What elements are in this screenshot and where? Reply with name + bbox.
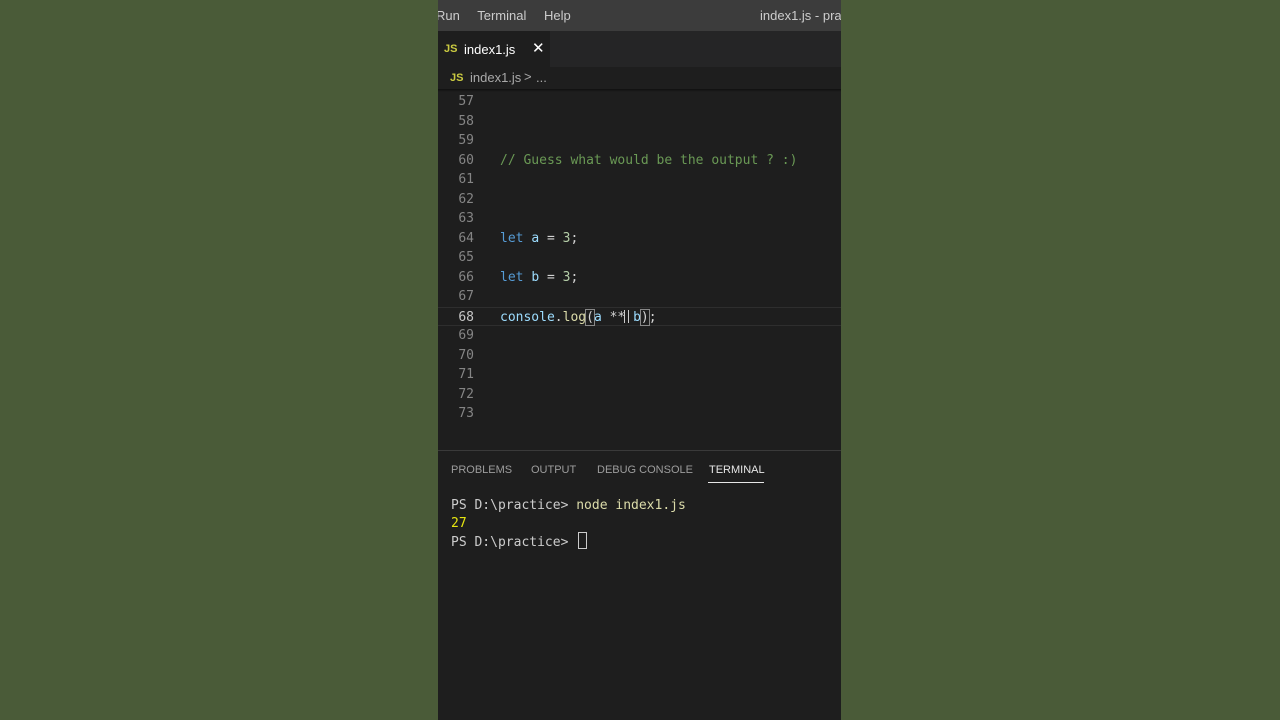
code-line: 70 [438, 346, 841, 365]
code-line-current: 68 console.log(a ** b); [438, 306, 841, 327]
tab-debug-console[interactable]: DEBUG CONSOLE [597, 464, 693, 476]
tab-label: index1.js [464, 42, 516, 57]
code-line: 65 [438, 248, 841, 267]
line-number: 57 [458, 94, 474, 109]
terminal-prompt: PS D:\practice> [451, 535, 577, 550]
terminal-output[interactable]: PS D:\practice> node index1.js 27 PS D:\… [451, 497, 686, 552]
javascript-file-icon: JS [450, 72, 464, 84]
code-line: 67 [438, 287, 841, 306]
terminal-line: PS D:\practice> [451, 532, 686, 552]
menu-bar: Run Terminal Help [438, 8, 585, 23]
close-icon[interactable]: ✕ [532, 39, 545, 57]
javascript-file-icon: JS [444, 43, 458, 55]
tab-index1-js[interactable]: JS index1.js ✕ [438, 31, 550, 67]
code-line: 73 [438, 404, 841, 423]
vscode-window: Run Terminal Help index1.js - prac JS in… [438, 0, 841, 720]
title-bar: Run Terminal Help index1.js - prac [438, 0, 841, 31]
terminal-result: 27 [451, 515, 467, 531]
code-punctuation: ; [570, 230, 579, 246]
code-keyword: let [500, 269, 524, 285]
menu-terminal[interactable]: Terminal [477, 8, 526, 23]
code-line: 69 [438, 326, 841, 345]
tab-output[interactable]: OUTPUT [531, 464, 576, 476]
line-number: 59 [458, 133, 474, 148]
text-cursor-icon [624, 310, 629, 323]
code-identifier: console [500, 309, 555, 325]
code-line: 59 [438, 131, 841, 150]
active-tab-indicator [708, 482, 764, 483]
bottom-panel: PROBLEMS OUTPUT DEBUG CONSOLE TERMINAL P… [438, 450, 841, 720]
tab-problems[interactable]: PROBLEMS [451, 464, 512, 476]
code-line: 61 [438, 170, 841, 189]
code-function: log [562, 309, 587, 325]
code-line: 64 let a = 3; [438, 229, 841, 248]
code-punctuation: = [546, 269, 555, 285]
breadcrumb-more[interactable]: ... [536, 70, 547, 85]
code-line: 63 [438, 209, 841, 228]
line-number: 69 [458, 328, 474, 343]
breadcrumb-file[interactable]: index1.js [470, 70, 521, 85]
code-line: 72 [438, 385, 841, 404]
line-number: 61 [458, 172, 474, 187]
code-identifier: b [531, 269, 540, 285]
terminal-prompt: PS D:\practice> [451, 498, 577, 513]
code-punctuation: ) [639, 308, 650, 326]
line-number: 63 [458, 211, 474, 226]
tab-terminal[interactable]: TERMINAL [709, 464, 765, 476]
line-number: 72 [458, 386, 474, 402]
code-keyword: let [500, 230, 524, 246]
line-number: 71 [458, 367, 474, 382]
code-text: let b = 3; [500, 268, 578, 287]
line-number: 64 [458, 230, 474, 246]
menu-help[interactable]: Help [544, 8, 571, 23]
code-line: 62 [438, 190, 841, 209]
code-punctuation: ( [585, 308, 595, 326]
line-number: 58 [458, 113, 474, 129]
code-identifier: b [633, 309, 641, 325]
line-number: 68 [458, 309, 474, 325]
window-title: index1.js - prac [760, 8, 841, 23]
code-identifier: a [531, 230, 540, 246]
line-number: 66 [458, 269, 474, 285]
line-number: 65 [458, 250, 474, 265]
breadcrumb: JS index1.js > ... [438, 67, 841, 89]
code-text: console.log(a ** b); [500, 308, 657, 327]
terminal-cursor [578, 532, 588, 549]
line-number: 60 [458, 152, 474, 168]
code-punctuation: ; [570, 269, 579, 285]
code-text: let a = 3; [500, 229, 578, 248]
code-line: 71 [438, 365, 841, 384]
code-line: 60 // Guess what would be the output ? :) [438, 151, 841, 170]
editor-tab-bar: JS index1.js ✕ [438, 31, 841, 67]
code-identifier: a [593, 309, 602, 325]
line-number: 73 [458, 406, 474, 421]
code-comment: // Guess what would be the output ? :) [500, 152, 798, 168]
code-punctuation: ; [648, 309, 657, 325]
menu-run[interactable]: Run [438, 8, 460, 23]
code-editor[interactable]: 57 58 59 60 // Guess what would be the ou… [438, 92, 841, 450]
code-line: 57 [438, 92, 841, 111]
line-number: 67 [458, 289, 474, 304]
chevron-right-icon: > [524, 69, 532, 84]
code-punctuation: = [546, 230, 555, 246]
line-number: 62 [458, 191, 474, 207]
code-line: 58 [438, 112, 841, 131]
terminal-command: node index1.js [576, 498, 686, 513]
code-line: 66 let b = 3; [438, 268, 841, 287]
line-number: 70 [458, 347, 474, 363]
code-punctuation: . [554, 309, 563, 325]
terminal-line: PS D:\practice> node index1.js [451, 497, 686, 515]
